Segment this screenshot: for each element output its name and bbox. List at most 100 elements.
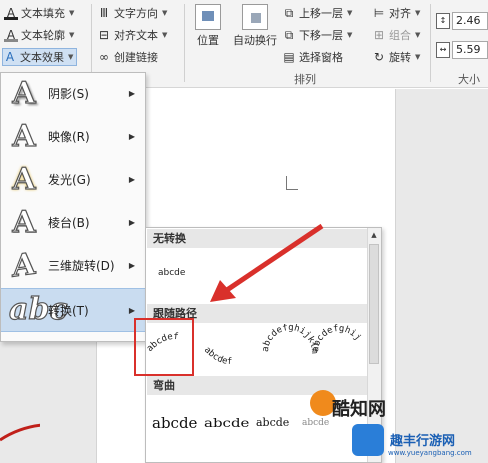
size-group-label: 大小 <box>458 73 480 86</box>
watermark-logo: 酷知网 <box>332 399 386 420</box>
rotate-label: 旋转 <box>389 51 411 64</box>
menu-item-shadow[interactable]: A 阴影(S) ▶ <box>1 73 145 114</box>
text-effect-icon: A <box>5 50 15 64</box>
send-backward-icon: ⧉ <box>284 28 294 42</box>
create-link-button[interactable]: ∞ 创建链接 <box>97 48 158 66</box>
warp-option[interactable]: abcde <box>152 414 197 432</box>
margin-corner-mark <box>286 176 298 190</box>
menu-item-label: 棱台(B) <box>48 216 90 230</box>
chevron-down-icon: ▼ <box>415 31 421 39</box>
position-button[interactable]: 位置 <box>186 4 230 48</box>
bevel-icon: A <box>12 204 36 240</box>
site-logo-icon <box>352 424 384 456</box>
scroll-up-icon[interactable]: ▲ <box>368 229 380 241</box>
watermark-url: www.yueyangbang.com <box>388 449 472 457</box>
menu-item-label: 阴影(S) <box>48 87 89 101</box>
menu-item-glow[interactable]: A 发光(G) ▶ <box>1 159 145 200</box>
arch-down-option[interactable]: abcdef <box>202 345 232 367</box>
align-label: 对齐 <box>389 7 411 20</box>
send-backward-button[interactable]: ⧉ 下移一层 ▼ <box>282 26 353 44</box>
text-effect-button[interactable]: A 文本效果 ▼ <box>2 48 78 66</box>
menu-item-3d-rotation[interactable]: A 三维旋转(D) ▶ <box>1 245 145 286</box>
menu-item-label: 发光(G) <box>48 173 91 187</box>
chevron-right-icon: ▶ <box>128 89 135 98</box>
chevron-down-icon: ▼ <box>162 9 168 17</box>
chevron-right-icon: ▶ <box>128 175 135 184</box>
3d-rotation-icon: A <box>12 245 36 285</box>
group-label: 组合 <box>389 29 411 42</box>
selection-pane-label: 选择窗格 <box>299 51 343 64</box>
chevron-down-icon: ▼ <box>347 31 353 39</box>
highlight-box <box>134 318 194 376</box>
group-icon: ⊞ <box>373 28 385 42</box>
chevron-down-icon: ▼ <box>162 31 168 39</box>
align-text-button[interactable]: ⊟ 对齐文本 ▼ <box>97 26 167 44</box>
height-icon: ↕ <box>436 13 450 29</box>
bring-forward-button[interactable]: ⧉ 上移一层 ▼ <box>282 4 353 22</box>
text-fill-label: 文本填充 <box>21 7 65 20</box>
annotation-arrow <box>210 223 324 302</box>
text-outline-button[interactable]: A 文本轮廓 ▼ <box>4 26 74 44</box>
position-icon <box>195 4 221 30</box>
button-option[interactable]: abcdefghij <box>311 324 363 352</box>
text-direction-label: 文字方向 <box>114 7 158 20</box>
menu-item-transform[interactable]: abc 转换(T) ▶ <box>1 288 145 332</box>
chevron-right-icon: ▶ <box>128 132 135 141</box>
menu-item-label: 转换(T) <box>48 303 89 318</box>
create-link-label: 创建链接 <box>114 51 158 64</box>
send-backward-label: 下移一层 <box>299 29 343 42</box>
wrap-text-icon <box>242 4 268 30</box>
position-label: 位置 <box>197 34 219 47</box>
rotate-button[interactable]: ↻ 旋转 ▼ <box>372 48 420 66</box>
text-fill-button[interactable]: A 文本填充 ▼ <box>4 4 74 22</box>
bring-forward-icon: ⧉ <box>284 6 294 20</box>
transform-icon: abc <box>8 292 68 327</box>
chevron-down-icon: ▼ <box>415 53 421 61</box>
align-text-icon: ⊟ <box>98 28 110 42</box>
warp-option[interactable]: abcde <box>256 416 289 429</box>
chevron-right-icon: ▶ <box>128 218 135 227</box>
chevron-down-icon: ▼ <box>69 31 75 39</box>
group-button[interactable]: ⊞ 组合 ▼ <box>372 26 420 44</box>
wrap-text-label: 自动换行 <box>233 34 277 47</box>
menu-item-reflection[interactable]: A 映像(R) ▶ <box>1 116 145 157</box>
warp-option[interactable]: abcde <box>204 416 249 430</box>
reflection-icon: A <box>12 118 36 154</box>
text-direction-icon: Ⅲ <box>99 6 109 20</box>
warp-option[interactable]: abcde <box>302 418 329 428</box>
text-direction-button[interactable]: Ⅲ 文字方向 ▼ <box>97 4 168 22</box>
transform-option-none[interactable]: abcde <box>158 268 185 278</box>
width-icon: ↔ <box>436 42 450 58</box>
circle-option[interactable]: abcdefghijklm <box>261 324 319 354</box>
align-button[interactable]: ⊨ 对齐 ▼ <box>372 4 421 22</box>
arrange-group-label: 排列 <box>294 73 316 86</box>
text-effect-label: 文本效果 <box>20 51 64 64</box>
menu-item-label: 三维旋转(D) <box>48 259 115 273</box>
scroll-thumb[interactable] <box>369 244 379 364</box>
chevron-right-icon: ▶ <box>128 305 135 315</box>
text-outline-label: 文本轮廓 <box>21 29 65 42</box>
bring-forward-label: 上移一层 <box>299 7 343 20</box>
text-fill-icon: A <box>4 6 18 20</box>
selection-pane-icon: ▤ <box>283 50 295 64</box>
watermark-logo: 趣丰行游网 <box>390 434 456 449</box>
align-text-label: 对齐文本 <box>114 29 158 42</box>
link-icon: ∞ <box>99 50 109 64</box>
divider <box>184 4 185 82</box>
wrap-text-button[interactable]: 自动换行 <box>230 4 280 48</box>
divider <box>430 4 431 82</box>
selection-pane-button[interactable]: ▤ 选择窗格 <box>282 48 343 66</box>
height-input[interactable]: 2.46 <box>452 12 488 30</box>
rotate-icon: ↻ <box>373 50 385 64</box>
menu-item-bevel[interactable]: A 棱台(B) ▶ <box>1 202 145 243</box>
menu-item-label: 映像(R) <box>48 130 90 144</box>
chevron-right-icon: ▶ <box>128 261 135 270</box>
chevron-down-icon: ▼ <box>347 9 353 17</box>
divider <box>91 4 92 82</box>
shadow-icon: A <box>12 75 36 111</box>
width-input[interactable]: 5.59 <box>452 41 488 59</box>
glow-icon: A <box>12 161 36 197</box>
align-icon: ⊨ <box>373 6 385 20</box>
text-outline-icon: A <box>4 28 18 42</box>
text-effect-menu: A 阴影(S) ▶ A 映像(R) ▶ A 发光(G) ▶ A 棱台(B) ▶ … <box>0 72 146 342</box>
